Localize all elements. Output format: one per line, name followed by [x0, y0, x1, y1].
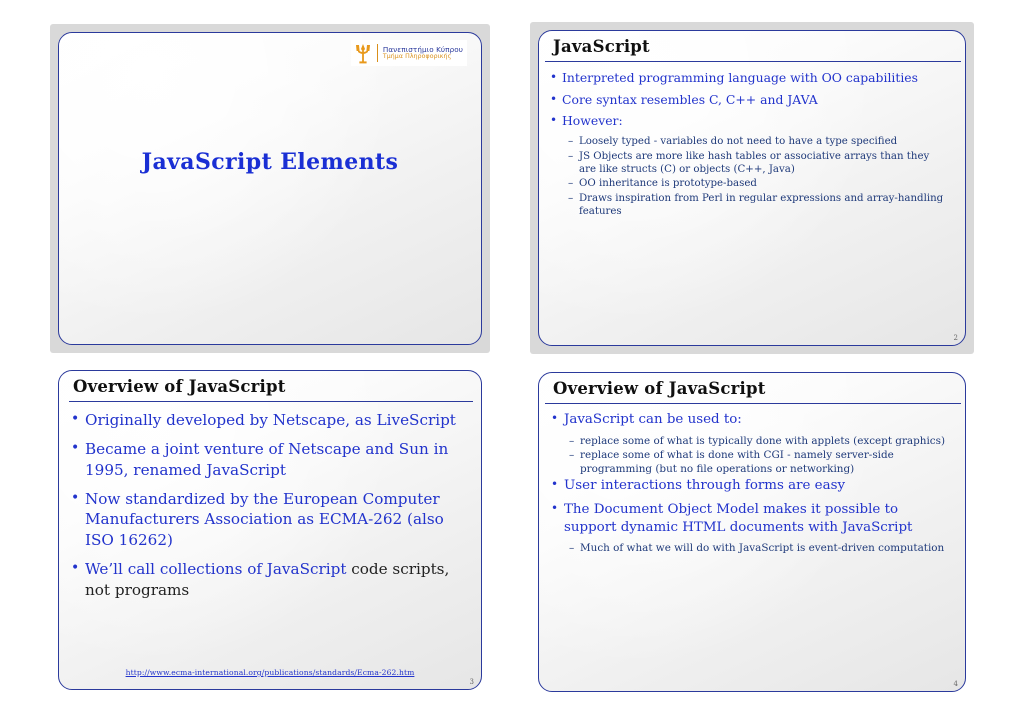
slide-4-bullet-list: • JavaScript can be used to: – replace s… — [539, 404, 965, 556]
logo-department-name: Τμήμα Πληροφορικής — [382, 52, 452, 60]
bullet-text: Became a joint venture of Netscape and S… — [85, 440, 449, 479]
bullet-marker: • — [551, 411, 559, 425]
sub-bullet-item: – JS Objects are more like hash tables o… — [550, 150, 949, 177]
bullet-item: • User interactions through forms are ea… — [551, 477, 951, 495]
bullet-text: Now standardized by the European Compute… — [85, 490, 444, 549]
slide-2-title: JavaScript — [553, 37, 650, 56]
bullet-text-head: We’ll call collections of JavaScript — [85, 560, 352, 579]
sub-bullet-item: – OO inheritance is prototype-based — [550, 177, 949, 191]
bullet-marker: • — [551, 501, 559, 516]
logo-text: Πανεπιστήμιο Κύπρου Τμήμα Πληροφορικής — [382, 45, 463, 60]
bullet-text: Originally developed by Netscape, as Liv… — [85, 411, 456, 429]
sub-bullet-marker: – — [568, 149, 574, 162]
slide-3-overview[interactable]: Overview of JavaScript • Originally deve… — [58, 370, 482, 690]
slide-2-bullet-list: • Interpreted programming language with … — [539, 62, 965, 218]
logo-divider — [376, 44, 378, 62]
bullet-item: • Originally developed by Netscape, as L… — [71, 410, 467, 430]
bullet-text: Core syntax resembles C, C++ and JAVA — [562, 91, 818, 107]
bullet-item: • The Document Object Model makes it pos… — [551, 501, 951, 536]
bullet-marker: • — [71, 411, 80, 427]
bullet-marker: • — [550, 91, 558, 106]
bullet-marker: • — [551, 477, 559, 492]
slide-4-title: Overview of JavaScript — [553, 379, 766, 398]
sub-bullet-text: replace some of what is done with CGI - … — [580, 449, 894, 475]
sub-bullet-item: – replace some of what is typically done… — [551, 435, 951, 449]
bullet-marker: • — [71, 440, 80, 457]
sub-bullet-text: JS Objects are more like hash tables or … — [579, 150, 930, 175]
deck-title: JavaScript Elements — [141, 149, 399, 175]
bullet-text: Interpreted programming language with OO… — [562, 70, 919, 85]
slide-1-content: Πανεπιστήμιο Κύπρου Τμήμα Πληροφορικής J… — [59, 33, 481, 344]
slide-2-javascript[interactable]: JavaScript • Interpreted programming lan… — [538, 30, 966, 346]
bullet-text: User interactions through forms are easy — [564, 478, 846, 494]
slide-2-page-number: 2 — [953, 334, 958, 342]
slide-3-title: Overview of JavaScript — [73, 377, 286, 396]
bullet-text: However: — [562, 113, 623, 129]
sub-bullet-marker: – — [568, 177, 574, 190]
slide-4-content: Overview of JavaScript • JavaScript can … — [539, 373, 965, 691]
sub-bullet-item: – Much of what we will do with JavaScrip… — [551, 542, 951, 556]
bullet-item: • Now standardized by the European Compu… — [71, 489, 467, 550]
bullet-marker: • — [550, 70, 558, 84]
sub-bullet-text: replace some of what is typically done w… — [580, 434, 945, 447]
bullet-text: The Document Object Model makes it possi… — [564, 502, 913, 535]
slide-3-page-number: 3 — [469, 678, 474, 686]
slide-3-content: Overview of JavaScript • Originally deve… — [59, 371, 481, 689]
slide-3-bullet-list: • Originally developed by Netscape, as L… — [59, 402, 481, 600]
sub-bullet-marker: – — [568, 134, 574, 147]
sub-bullet-text: Loosely typed - variables do not need to… — [579, 135, 898, 147]
bullet-item: • Core syntax resembles C, C++ and JAVA — [550, 92, 949, 108]
university-logo: Πανεπιστήμιο Κύπρου Τμήμα Πληροφορικής — [350, 40, 467, 66]
bullet-item: • Interpreted programming language with … — [550, 70, 949, 86]
slide-2-content: JavaScript • Interpreted programming lan… — [539, 31, 965, 345]
university-crest-icon — [355, 44, 370, 64]
slide-1-title[interactable]: Πανεπιστήμιο Κύπρου Τμήμα Πληροφορικής J… — [58, 32, 482, 345]
bullet-item: • Became a joint venture of Netscape and… — [71, 439, 467, 480]
sub-bullet-marker: – — [569, 434, 575, 447]
sub-bullet-text: OO inheritance is prototype-based — [579, 178, 757, 190]
bullet-item: • JavaScript can be used to: — [551, 411, 951, 429]
bullet-item: • However: — [550, 113, 949, 129]
bullet-text: JavaScript can be used to: — [564, 412, 742, 427]
sub-bullet-marker: – — [569, 542, 575, 555]
bullet-marker: • — [71, 560, 80, 577]
sub-bullet-text: Draws inspiration from Perl in regular e… — [579, 192, 944, 217]
bullet-text: We’ll call collections of JavaScript cod… — [85, 559, 467, 600]
bullet-marker: • — [550, 113, 558, 128]
sub-bullet-marker: – — [569, 449, 575, 462]
slide-handout-page: Πανεπιστήμιο Κύπρου Τμήμα Πληροφορικής J… — [0, 0, 1020, 720]
sub-bullet-item: – Draws inspiration from Perl in regular… — [550, 192, 949, 219]
sub-bullet-marker: – — [568, 191, 574, 204]
bullet-item: • We’ll call collections of JavaScript c… — [71, 559, 467, 600]
ecma-standard-link[interactable]: http://www.ecma-international.org/public… — [59, 668, 481, 677]
sub-bullet-text: Much of what we will do with JavaScript … — [580, 542, 945, 555]
sub-bullet-item: – replace some of what is done with CGI … — [551, 449, 951, 476]
slide-4-overview[interactable]: Overview of JavaScript • JavaScript can … — [538, 372, 966, 692]
sub-bullet-item: – Loosely typed - variables do not need … — [550, 135, 949, 149]
slide-4-page-number: 4 — [953, 680, 958, 688]
bullet-marker: • — [71, 490, 80, 507]
